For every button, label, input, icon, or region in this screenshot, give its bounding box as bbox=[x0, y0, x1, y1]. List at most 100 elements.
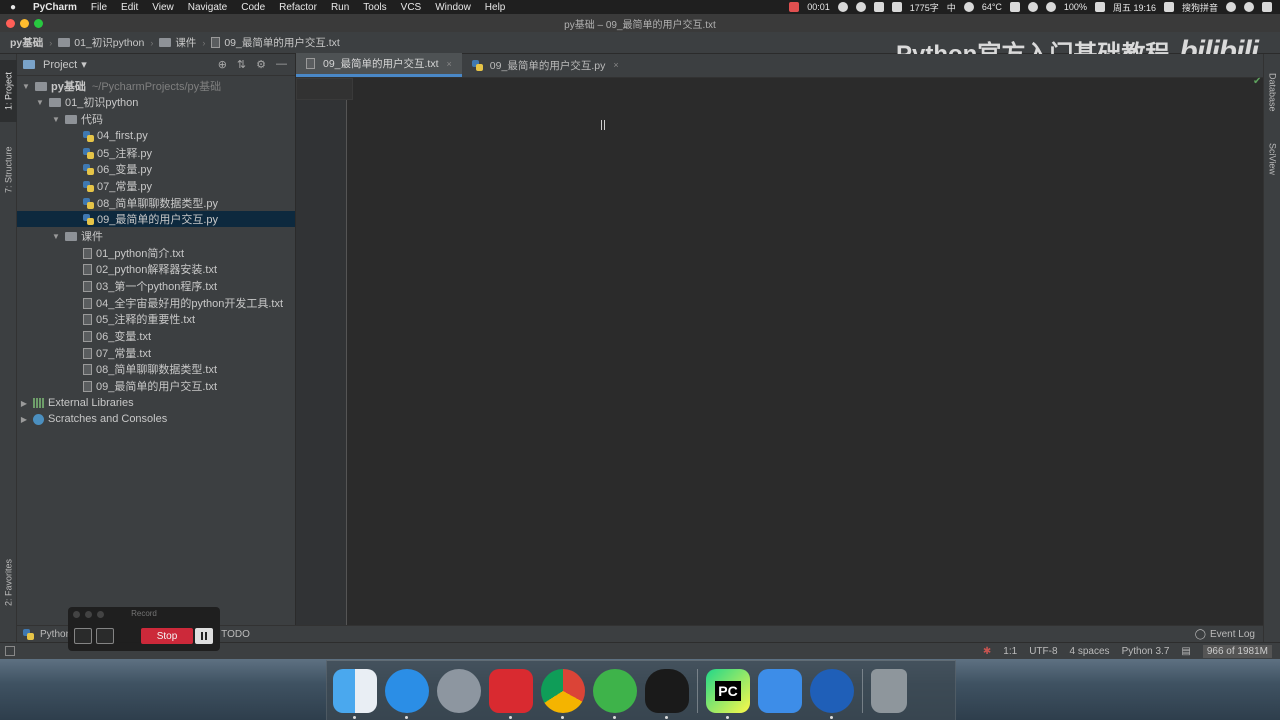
menu-view[interactable]: View bbox=[145, 2, 181, 13]
battery-icon[interactable] bbox=[1094, 2, 1105, 12]
battery-percent[interactable]: 100% bbox=[1064, 2, 1087, 12]
project-view-selector[interactable]: Project ▾ bbox=[23, 58, 87, 71]
tab-sciview[interactable]: SciView bbox=[1264, 134, 1280, 184]
tab-favorites[interactable]: 2: Favorites bbox=[0, 546, 17, 618]
breadcrumb-folder[interactable]: 01_初识python bbox=[58, 35, 144, 50]
tree-folder[interactable]: ▼ 课件 bbox=[17, 228, 295, 244]
bluetooth-icon[interactable] bbox=[1009, 2, 1020, 12]
menubar-clock[interactable]: 周五 19:16 bbox=[1113, 1, 1156, 14]
tree-scratches[interactable]: ▶ Scratches and Consoles bbox=[17, 411, 295, 427]
tab-project[interactable]: 1: Project bbox=[0, 60, 17, 122]
tree-file[interactable]: 04_first.py bbox=[17, 128, 295, 144]
tree-file[interactable]: 04_全宇宙最好用的python开发工具.txt bbox=[17, 295, 295, 311]
input-language[interactable]: 中 bbox=[947, 1, 956, 14]
tree-file[interactable]: 01_python简介.txt bbox=[17, 245, 295, 261]
tree-external-libraries[interactable]: ▶ External Libraries bbox=[17, 395, 295, 411]
tree-file[interactable]: 09_最简单的用户交互.txt bbox=[17, 378, 295, 394]
tree-file[interactable]: 08_简单聊聊数据类型.py bbox=[17, 195, 295, 211]
lock-icon[interactable]: ▤ bbox=[1181, 646, 1190, 657]
editor-tab-txt[interactable]: 09_最简单的用户交互.txt × bbox=[296, 53, 462, 77]
tree-file[interactable]: 05_注释的重要性.txt bbox=[17, 311, 295, 327]
close-tab-icon[interactable]: × bbox=[447, 59, 452, 69]
expand-arrow-icon[interactable]: ▼ bbox=[35, 98, 45, 107]
menu-pycharm[interactable]: PyCharm bbox=[26, 2, 84, 13]
trash-icon[interactable] bbox=[871, 668, 907, 713]
breadcrumb-project[interactable]: py基础 bbox=[10, 35, 43, 50]
wifi-icon[interactable] bbox=[1027, 2, 1038, 12]
tree-folder[interactable]: ▼ 01_初识python bbox=[17, 94, 295, 110]
expand-arrow-icon[interactable]: ▼ bbox=[51, 115, 61, 124]
launchpad-icon[interactable] bbox=[437, 668, 481, 713]
notification-center-icon[interactable] bbox=[1262, 2, 1272, 12]
rectangle-tool-button[interactable] bbox=[96, 628, 114, 644]
netease-music-icon[interactable] bbox=[489, 668, 533, 719]
expand-arrow-icon[interactable]: ▼ bbox=[51, 232, 61, 241]
ime-name[interactable]: 搜狗拼音 bbox=[1182, 1, 1218, 14]
finder-icon[interactable] bbox=[333, 668, 377, 719]
menu-navigate[interactable]: Navigate bbox=[181, 2, 234, 13]
editor-area[interactable]: 09_最简单的用户交互.txt × 09_最简单的用户交互.py × bbox=[296, 53, 1263, 625]
hide-panel-icon[interactable]: — bbox=[276, 58, 287, 71]
menu-help[interactable]: Help bbox=[478, 2, 513, 13]
tab-python-console[interactable]: Python bbox=[23, 628, 71, 640]
wechat-icon[interactable] bbox=[593, 668, 637, 719]
menu-edit[interactable]: Edit bbox=[114, 2, 145, 13]
notes-status-icon[interactable] bbox=[873, 2, 884, 12]
locate-icon[interactable]: ⊕ bbox=[218, 58, 227, 71]
menu-refactor[interactable]: Refactor bbox=[272, 2, 324, 13]
char-count[interactable]: 1775字 bbox=[910, 1, 939, 14]
menu-tools[interactable]: Tools bbox=[356, 2, 393, 13]
tree-file[interactable]: 05_注释.py bbox=[17, 145, 295, 161]
chrome-status-icon[interactable] bbox=[963, 2, 974, 12]
gear-icon[interactable]: ⚙ bbox=[256, 58, 266, 71]
safari-icon[interactable] bbox=[385, 668, 429, 719]
spotlight-icon[interactable] bbox=[1226, 2, 1236, 12]
tab-todo[interactable]: TODO bbox=[221, 629, 250, 640]
clock-status-icon[interactable] bbox=[891, 2, 902, 12]
pencil-app-icon[interactable] bbox=[758, 668, 802, 713]
tree-file[interactable]: 08_简单聊聊数据类型.txt bbox=[17, 361, 295, 377]
siri-icon[interactable] bbox=[1244, 2, 1254, 12]
tree-file[interactable]: 06_变量.txt bbox=[17, 328, 295, 344]
tree-file[interactable]: 02_python解释器安装.txt bbox=[17, 261, 295, 277]
apple-menu-icon[interactable]: ● bbox=[0, 2, 26, 13]
menu-run[interactable]: Run bbox=[324, 2, 356, 13]
expand-arrow-icon[interactable]: ▼ bbox=[21, 82, 31, 91]
tree-folder[interactable]: ▼ 代码 bbox=[17, 111, 295, 127]
pause-record-button[interactable] bbox=[195, 628, 213, 644]
toggle-tool-windows-icon[interactable] bbox=[5, 646, 15, 656]
editor-tab-py[interactable]: 09_最简单的用户交互.py × bbox=[462, 53, 629, 77]
thunder-icon[interactable] bbox=[810, 668, 854, 719]
menu-window[interactable]: Window bbox=[428, 2, 478, 13]
user-icon[interactable] bbox=[1163, 2, 1174, 12]
menu-code[interactable]: Code bbox=[234, 2, 272, 13]
menu-vcs[interactable]: VCS bbox=[394, 2, 429, 13]
expand-arrow-icon[interactable]: ▶ bbox=[19, 415, 29, 424]
tab-database[interactable]: Database bbox=[1264, 62, 1280, 122]
bug-icon[interactable]: ✱ bbox=[983, 646, 991, 657]
memory-indicator[interactable]: 966 of 1981M bbox=[1202, 644, 1272, 658]
cpu-temp[interactable]: 64°C bbox=[982, 2, 1002, 12]
tree-file[interactable]: 03_第一个python程序.txt bbox=[17, 278, 295, 294]
stop-record-button[interactable]: Stop bbox=[141, 628, 193, 644]
caret-position[interactable]: 1:1 bbox=[1003, 646, 1017, 657]
qq-icon[interactable] bbox=[645, 668, 689, 719]
tree-file[interactable]: 07_常量.txt bbox=[17, 345, 295, 361]
shortcut-status-icon[interactable] bbox=[855, 2, 866, 12]
menu-file[interactable]: File bbox=[84, 2, 114, 13]
volume-icon[interactable] bbox=[1045, 2, 1056, 12]
tab-event-log[interactable]: ◯ Event Log bbox=[1195, 629, 1263, 640]
breadcrumb-file[interactable]: 09_最简单的用户交互.txt bbox=[211, 35, 340, 50]
inspection-ok-icon[interactable]: ✔ bbox=[1253, 76, 1261, 87]
expand-arrow-icon[interactable]: ▶ bbox=[19, 399, 29, 408]
file-encoding[interactable]: UTF-8 bbox=[1029, 646, 1057, 657]
record-status-icon[interactable] bbox=[789, 2, 800, 12]
python-interpreter[interactable]: Python 3.7 bbox=[1122, 646, 1170, 657]
indent-setting[interactable]: 4 spaces bbox=[1070, 646, 1110, 657]
chrome-icon[interactable] bbox=[541, 668, 585, 719]
breadcrumb-subfolder[interactable]: 课件 bbox=[159, 35, 196, 50]
collapse-all-icon[interactable]: ⇅ bbox=[237, 58, 246, 71]
tree-root[interactable]: ▼ py基础 ~/PycharmProjects/py基础 bbox=[17, 78, 295, 94]
wechat-status-icon[interactable] bbox=[837, 2, 848, 12]
tree-file[interactable]: 07_常量.py bbox=[17, 178, 295, 194]
